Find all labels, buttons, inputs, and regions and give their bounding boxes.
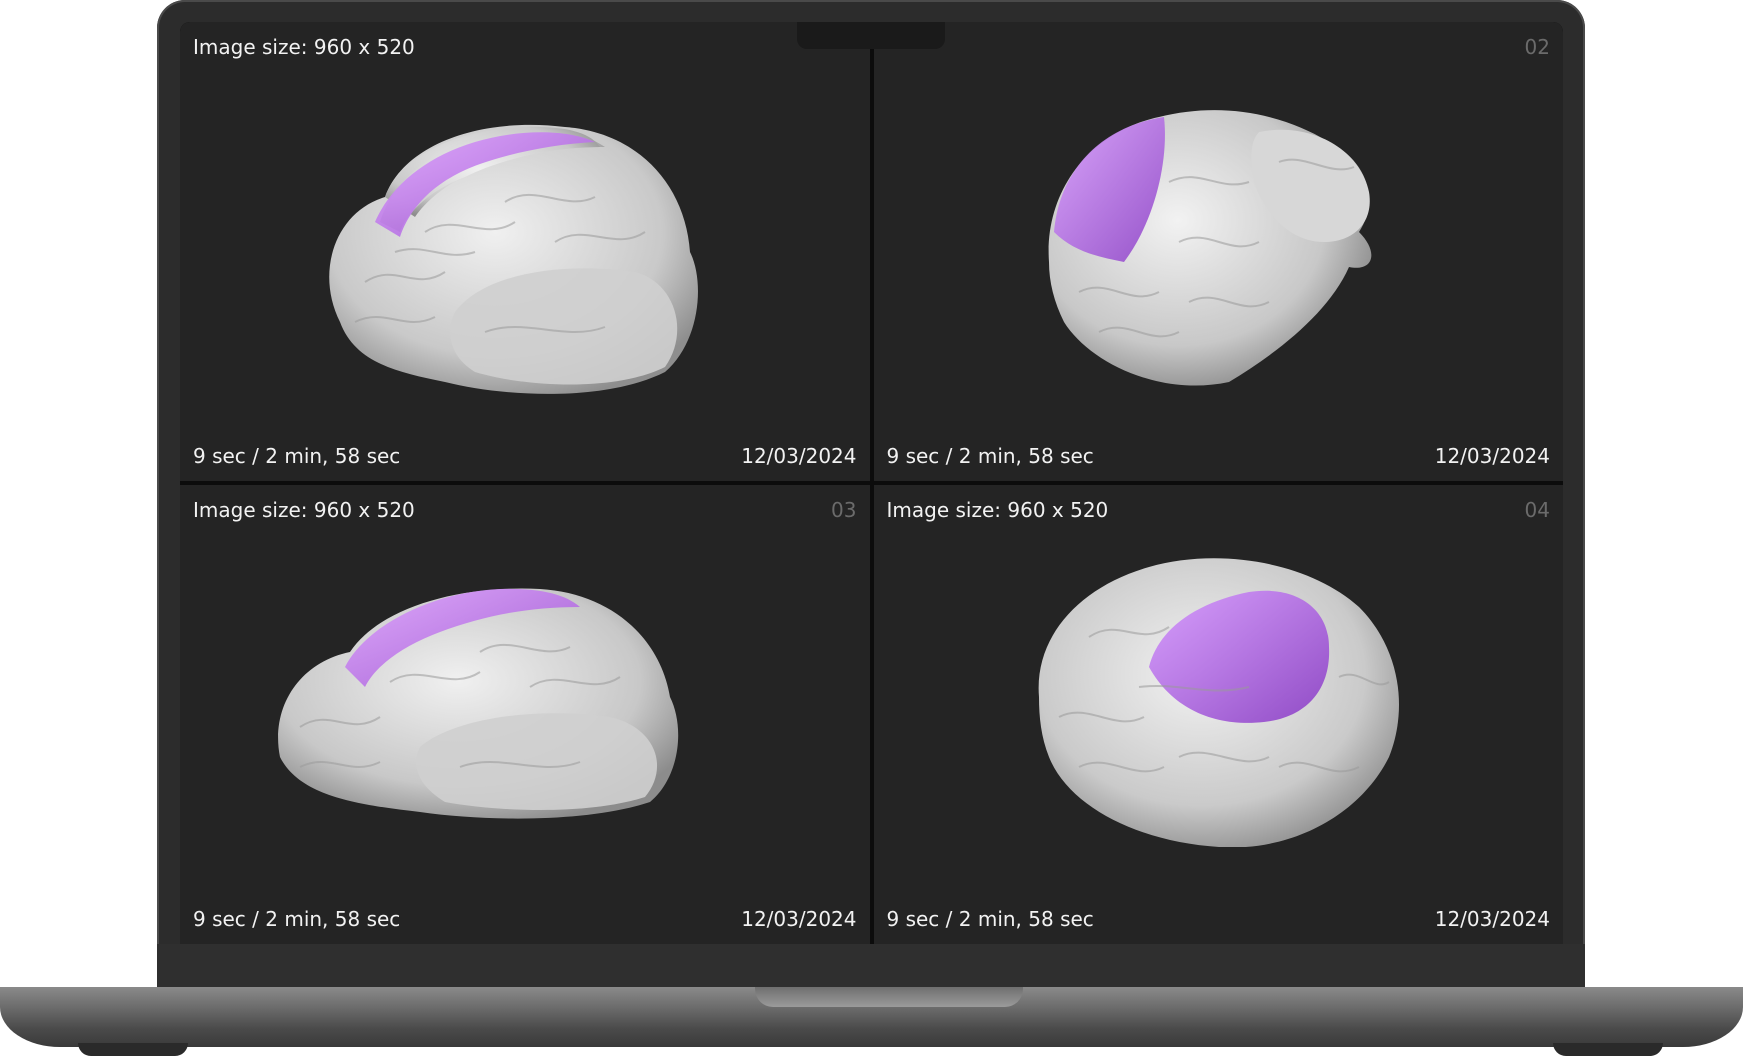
laptop-foot-left <box>78 1043 188 1056</box>
panel-index-label: 04 <box>1524 498 1550 522</box>
laptop-foot-right <box>1553 1043 1663 1056</box>
duration-label: 9 sec / 2 min, 58 sec <box>886 444 1094 468</box>
duration-label: 9 sec / 2 min, 58 sec <box>193 444 401 468</box>
viewer-panel-4[interactable]: Image size: 960 x 520 04 9 sec / 2 min, … <box>873 485 1563 944</box>
viewer-panel-3[interactable]: Image size: 960 x 520 03 9 sec / 2 min, … <box>180 485 870 944</box>
brain-render-lateral[interactable] <box>305 102 725 402</box>
date-label: 12/03/2024 <box>741 907 857 931</box>
panel-index-label: 02 <box>1524 35 1550 59</box>
viewer-panel-2[interactable]: 02 9 sec / 2 min, 58 sec 12/03/2024 <box>873 22 1563 481</box>
brain-render-posterior[interactable] <box>1039 92 1399 392</box>
date-label: 12/03/2024 <box>741 444 857 468</box>
duration-label: 9 sec / 2 min, 58 sec <box>886 907 1094 931</box>
laptop-screen: Image size: 960 x 520 9 sec / 2 min, 58 … <box>180 22 1563 944</box>
image-size-label: Image size: 960 x 520 <box>193 498 415 522</box>
duration-label: 9 sec / 2 min, 58 sec <box>193 907 401 931</box>
brain-render-superior[interactable] <box>1029 547 1409 847</box>
date-label: 12/03/2024 <box>1434 907 1550 931</box>
viewer-panel-1[interactable]: Image size: 960 x 520 9 sec / 2 min, 58 … <box>180 22 870 481</box>
image-size-label: Image size: 960 x 520 <box>886 498 1109 522</box>
camera-notch <box>797 22 945 49</box>
laptop-mockup: Image size: 960 x 520 9 sec / 2 min, 58 … <box>0 0 1743 1060</box>
brain-render-lateral[interactable] <box>270 567 700 827</box>
date-label: 12/03/2024 <box>1434 444 1550 468</box>
laptop-opening-notch <box>755 987 1023 1007</box>
image-size-label: Image size: 960 x 520 <box>193 35 415 59</box>
laptop-chin <box>157 944 1585 990</box>
viewer-grid: Image size: 960 x 520 9 sec / 2 min, 58 … <box>180 22 1563 944</box>
panel-index-label: 03 <box>831 498 857 522</box>
